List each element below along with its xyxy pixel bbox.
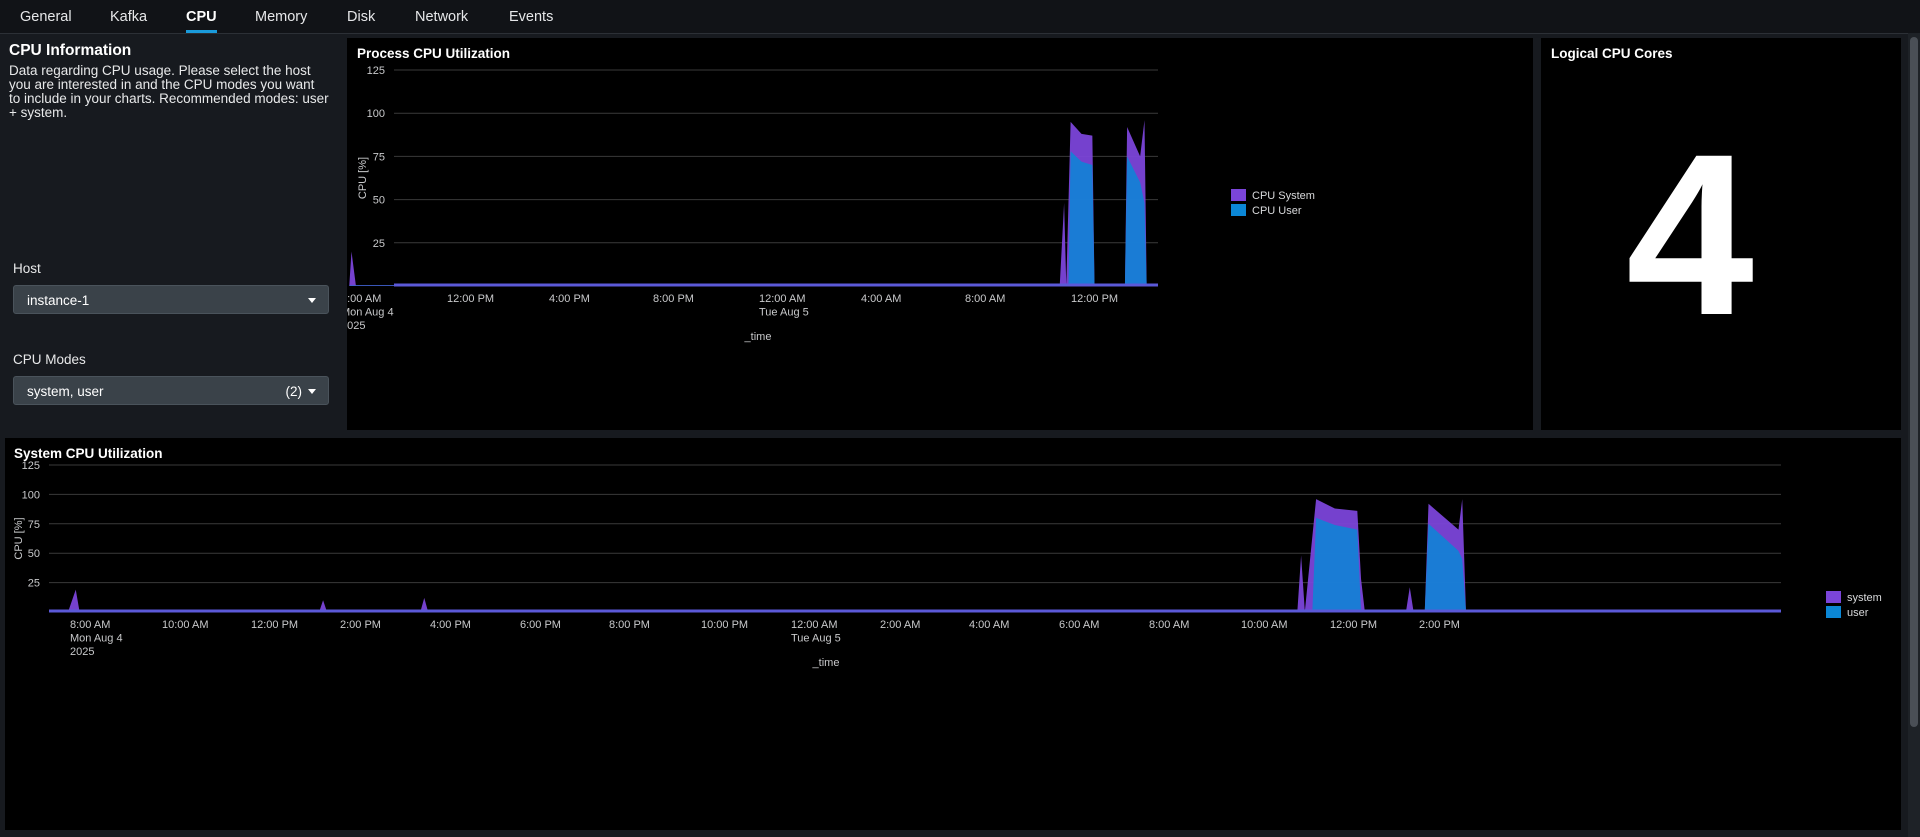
y-tick-label: 125 bbox=[22, 460, 40, 472]
x-tick-label: 12:00 PM bbox=[1330, 619, 1377, 631]
x-tick-label: 8:00 AM bbox=[347, 293, 381, 305]
legend-swatch bbox=[1231, 189, 1246, 201]
x-tick-label: Mon Aug 4 bbox=[347, 307, 394, 319]
tab-events[interactable]: Events bbox=[509, 0, 553, 33]
tab-general[interactable]: General bbox=[20, 0, 72, 33]
tab-cpu[interactable]: CPU bbox=[186, 0, 217, 33]
y-axis-label: CPU [%] bbox=[13, 517, 25, 559]
tab-disk[interactable]: Disk bbox=[347, 0, 375, 33]
series-area-cpu-user bbox=[349, 151, 1158, 286]
tab-network[interactable]: Network bbox=[415, 0, 468, 33]
page-scrollbar[interactable] bbox=[1908, 33, 1920, 837]
cpu-info-title: CPU Information bbox=[9, 42, 132, 59]
x-tick-label: 6:00 AM bbox=[1059, 619, 1099, 631]
logical-cores-title: Logical CPU Cores bbox=[1551, 46, 1673, 61]
y-tick-label: 50 bbox=[373, 195, 385, 207]
x-tick-label: 12:00 AM bbox=[791, 619, 837, 631]
cpu-info-text: Data regarding CPU usage. Please select … bbox=[9, 63, 329, 120]
x-tick-label: 12:00 PM bbox=[251, 619, 298, 631]
tab-kafka[interactable]: Kafka bbox=[110, 0, 147, 33]
x-tick-label: 2:00 PM bbox=[340, 619, 381, 631]
caret-down-icon bbox=[308, 298, 316, 303]
legend-swatch bbox=[1826, 591, 1841, 603]
series-area-system bbox=[68, 499, 1478, 612]
dashboard-tabs: General Kafka CPU Memory Disk Network Ev… bbox=[0, 0, 1920, 34]
x-tick-label: 8:00 AM bbox=[965, 293, 1005, 305]
caret-down-icon bbox=[308, 389, 316, 394]
logical-cores-value: 4 bbox=[1626, 106, 1754, 363]
host-label: Host bbox=[13, 261, 41, 276]
x-tick-label: 2:00 PM bbox=[1419, 619, 1460, 631]
y-tick-label: 75 bbox=[373, 151, 385, 163]
x-tick-label: 4:00 AM bbox=[969, 619, 1009, 631]
y-tick-label: 125 bbox=[367, 65, 385, 77]
x-tick-label: 4:00 PM bbox=[430, 619, 471, 631]
host-value: instance-1 bbox=[27, 293, 90, 308]
x-tick-label: Tue Aug 5 bbox=[791, 633, 841, 645]
x-tick-label: 12:00 PM bbox=[1071, 293, 1118, 305]
x-tick-label: 2025 bbox=[70, 646, 94, 658]
y-tick-label: 100 bbox=[22, 489, 40, 501]
x-tick-label: 8:00 AM bbox=[70, 619, 110, 631]
legend-label: user bbox=[1847, 607, 1869, 619]
legend-swatch bbox=[1826, 606, 1841, 618]
x-tick-label: 10:00 PM bbox=[701, 619, 748, 631]
x-tick-label: 10:00 AM bbox=[162, 619, 208, 631]
process-cpu-chart: 25 50 75 100 125 CPU [%] 8:00 AM Mon Aug 42025 1… bbox=[347, 65, 1315, 343]
x-tick-label: Tue Aug 5 bbox=[759, 307, 809, 319]
x-tick-label: 8:00 AM bbox=[1149, 619, 1189, 631]
x-tick-label: Mon Aug 4 bbox=[70, 633, 123, 645]
system-cpu-chart: 25 50 75 100 125 CPU [%] 8:00 AM Mon Aug 42025 1… bbox=[13, 460, 1882, 669]
tab-memory[interactable]: Memory bbox=[255, 0, 307, 33]
scrollbar-thumb[interactable] bbox=[1910, 37, 1918, 727]
y-axis-label: CPU [%] bbox=[357, 157, 369, 199]
x-tick-label: 10:00 AM bbox=[1241, 619, 1287, 631]
host-dropdown[interactable]: instance-1 bbox=[13, 285, 329, 314]
system-cpu-panel: System CPU Utilization 25 50 75 100 125 CPU [… bbox=[5, 438, 1901, 830]
y-tick-label: 100 bbox=[367, 108, 385, 120]
legend-label: system bbox=[1847, 592, 1882, 604]
x-tick-label: 12:00 PM bbox=[447, 293, 494, 305]
y-tick-label: 25 bbox=[373, 238, 385, 250]
cpu-modes-value: system, user bbox=[27, 384, 104, 399]
x-tick-label: 6:00 PM bbox=[520, 619, 561, 631]
cpu-modes-count: (2) bbox=[285, 384, 303, 399]
x-tick-label: 8:00 PM bbox=[609, 619, 650, 631]
legend-swatch bbox=[1231, 204, 1246, 216]
series-area-user bbox=[68, 517, 1478, 612]
x-tick-label: 2025 bbox=[347, 320, 365, 332]
x-axis-label: _time bbox=[744, 331, 772, 343]
cpu-modes-multiselect[interactable]: system, user (2) bbox=[13, 376, 329, 405]
x-tick-label: 2:00 AM bbox=[880, 619, 920, 631]
x-tick-label: 4:00 AM bbox=[861, 293, 901, 305]
x-tick-label: 8:00 PM bbox=[653, 293, 694, 305]
y-tick-label: 25 bbox=[28, 578, 40, 590]
legend-label: CPU User bbox=[1252, 205, 1302, 217]
y-tick-label: 75 bbox=[28, 519, 40, 531]
x-axis-label: _time bbox=[812, 657, 840, 669]
x-tick-label: 12:00 AM bbox=[759, 293, 805, 305]
cpu-modes-label: CPU Modes bbox=[13, 352, 86, 367]
series-area-cpu-system bbox=[349, 120, 1158, 286]
legend-label: CPU System bbox=[1252, 190, 1315, 202]
process-cpu-panel: Process CPU Utilization 25 50 75 100 125 CPU … bbox=[347, 38, 1533, 430]
y-tick-label: 50 bbox=[28, 548, 40, 560]
x-tick-label: 4:00 PM bbox=[549, 293, 590, 305]
